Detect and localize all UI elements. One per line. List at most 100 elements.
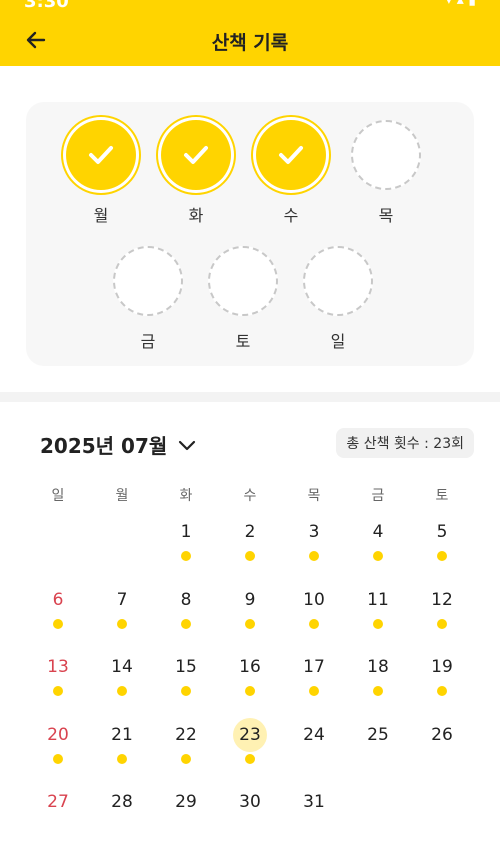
calendar-day[interactable]: 31 (282, 785, 346, 845)
day-empty-circle (208, 246, 278, 316)
calendar-day[interactable]: 23 (218, 717, 282, 778)
calendar-day[interactable]: 20 (26, 718, 90, 778)
walk-dot-indicator (245, 551, 255, 561)
calendar-day-number: 7 (116, 589, 128, 610)
calendar-day-number: 6 (52, 589, 64, 610)
calendar-day[interactable]: 24 (282, 718, 346, 778)
calendar-day[interactable]: 18 (346, 650, 410, 710)
calendar-day-number: 10 (303, 589, 325, 610)
walk-dot-indicator (309, 618, 319, 629)
weekday-header: 일월화수목금토 (26, 485, 474, 505)
day-empty-circle (113, 246, 183, 316)
calendar-day[interactable]: 6 (26, 583, 90, 643)
week-day-label: 월 (93, 206, 109, 225)
week-day-label: 일 (330, 332, 346, 351)
calendar-day-number: 11 (367, 589, 389, 610)
status-icons: ▾ ▴ ▮ (445, 0, 476, 8)
week-day-item: 일 (298, 246, 378, 352)
chevron-down-icon (179, 440, 196, 450)
calendar-day[interactable]: 25 (346, 718, 410, 778)
weekday-label: 목 (307, 488, 321, 504)
walk-dot-indicator (373, 686, 383, 696)
week-day-label: 수 (283, 206, 299, 225)
calendar-day[interactable]: 29 (154, 785, 218, 845)
calendar-day[interactable]: 4 (346, 515, 410, 575)
calendar-day[interactable]: 9 (218, 583, 282, 643)
walk-dot-indicator (437, 686, 447, 696)
total-walks-badge: 총 산책 횟수 : 23회 (336, 428, 474, 458)
walk-dot-indicator (53, 686, 63, 696)
calendar-day-number: 29 (175, 792, 197, 812)
calendar-day[interactable]: 14 (90, 650, 154, 710)
calendar-day-number: 3 (308, 522, 320, 542)
calendar-day-number: 25 (367, 724, 389, 745)
weekday-label: 토 (435, 488, 449, 504)
calendar-day[interactable]: 5 (410, 515, 474, 575)
calendar-day-number: 14 (111, 657, 133, 677)
walk-dot-indicator (117, 753, 127, 764)
walk-dot-indicator (245, 686, 255, 696)
calendar-day[interactable]: 2 (218, 515, 282, 575)
calendar-day-number: 16 (239, 657, 261, 677)
calendar-day[interactable]: 8 (154, 583, 218, 643)
calendar-day[interactable]: 3 (282, 515, 346, 575)
calendar-day-number: 31 (303, 792, 325, 812)
calendar-day-number: 26 (431, 724, 453, 745)
walk-dot-indicator (373, 618, 383, 629)
calendar-day-number: 4 (372, 522, 384, 542)
walk-dot-indicator (181, 753, 191, 764)
weekday-label: 수 (243, 488, 257, 504)
check-icon (184, 146, 208, 164)
calendar-day[interactable]: 12 (410, 583, 474, 643)
calendar-day-number: 22 (175, 724, 197, 745)
status-time: 3:30 (24, 0, 69, 12)
month-selector[interactable]: 2025년 07월 (40, 430, 197, 459)
calendar-day[interactable]: 21 (90, 718, 154, 778)
calendar-day[interactable]: 30 (218, 785, 282, 845)
week-day-label: 금 (140, 332, 156, 351)
week-day-label: 토 (235, 332, 251, 351)
calendar-day[interactable]: 7 (90, 583, 154, 643)
calendar-day[interactable]: 17 (282, 650, 346, 710)
walk-dot-indicator (245, 753, 255, 764)
calendar-day[interactable]: 10 (282, 583, 346, 643)
calendar-day-number: 13 (47, 657, 69, 677)
calendar-day-number: 2 (244, 522, 256, 542)
day-complete-circle (161, 120, 231, 190)
calendar-day-number: 24 (303, 724, 325, 745)
calendar-day-number: 30 (239, 792, 261, 812)
week-day-item: 토 (203, 246, 283, 352)
walk-dot-indicator (117, 686, 127, 696)
calendar-day[interactable]: 1 (154, 515, 218, 575)
calendar-day[interactable]: 19 (410, 650, 474, 710)
calendar-day-number: 8 (180, 589, 192, 610)
calendar-day[interactable]: 11 (346, 583, 410, 643)
section-divider (0, 392, 500, 402)
walk-dot-indicator (181, 551, 191, 561)
calendar-day-number: 23 (233, 717, 267, 752)
walk-dot-indicator (181, 686, 191, 696)
calendar-day[interactable]: 27 (26, 785, 90, 845)
calendar-day-number: 5 (436, 522, 448, 542)
calendar-day[interactable]: 26 (410, 718, 474, 778)
week-day-item: 목 (346, 120, 426, 226)
calendar-day-number: 1 (180, 522, 192, 542)
check-icon (279, 146, 303, 164)
walk-dot-indicator (245, 618, 255, 629)
calendar-day-number: 19 (431, 657, 453, 677)
calendar-day[interactable]: 15 (154, 650, 218, 710)
calendar-day[interactable]: 22 (154, 718, 218, 778)
month-label: 2025년 07월 (40, 434, 168, 458)
weekday-label: 일 (51, 488, 65, 504)
walk-dot-indicator (181, 618, 191, 629)
walk-dot-indicator (437, 551, 447, 561)
calendar-day[interactable]: 13 (26, 650, 90, 710)
weekly-walk-card: 월 화 수 목금 토 일 (26, 102, 474, 366)
calendar-day[interactable]: 16 (218, 650, 282, 710)
day-empty-circle (351, 120, 421, 190)
calendar-day-number: 17 (303, 657, 325, 677)
calendar-day-number: 15 (175, 657, 197, 677)
calendar-day[interactable]: 28 (90, 785, 154, 845)
walk-dot-indicator (373, 551, 383, 561)
weekday-label: 월 (115, 488, 129, 504)
